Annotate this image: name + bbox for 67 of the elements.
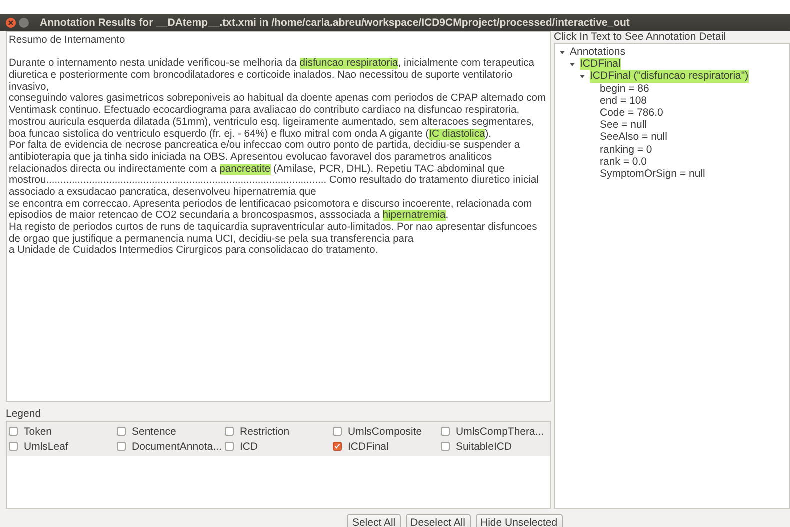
checkbox[interactable] (441, 427, 450, 436)
document-text: mostrou.................................................................................................. Como resultado do tratamento diuretico inicial (9, 175, 539, 186)
document-text: ). (485, 128, 492, 140)
checkbox[interactable] (9, 427, 18, 436)
expand-triangle-icon[interactable] (559, 48, 566, 56)
legend-label[interactable]: Token (24, 426, 52, 438)
action-button[interactable]: Hide Unselected (476, 514, 563, 527)
legend-label[interactable]: ICDFinal (348, 440, 389, 452)
checkbox[interactable] (225, 442, 234, 451)
annotation-highlight[interactable]: hipernatremia (382, 210, 446, 222)
checkbox[interactable] (117, 427, 126, 436)
legend-label[interactable]: DocumentAnnota... (132, 440, 222, 452)
legend-label[interactable]: UmlsCompThera... (456, 426, 544, 438)
legend-title: Legend (6, 407, 42, 421)
close-icon[interactable] (6, 18, 16, 28)
tree-node[interactable]: end = 108 (600, 94, 648, 108)
tree-node[interactable]: SymptomOrSign = null (600, 168, 706, 180)
tree-node[interactable]: ranking = 0 (600, 144, 652, 156)
action-button[interactable]: Deselect All (406, 514, 470, 527)
document-text: antibioterapia que ja tinha sido iniciada na OBS. Apresentou evolucao favoravel dos parametros analiticos (9, 152, 492, 163)
document-text: Ventimask continuo. Efectuado ecocardiograma para avaliacao do contributo cardiaco na disfuncao respiratoria, (9, 105, 520, 116)
tree-node[interactable]: begin = 86 (600, 82, 650, 95)
document-heading: Resumo de Internamento (9, 35, 126, 46)
document-text-area[interactable] (6, 31, 551, 402)
checkbox[interactable] (117, 442, 126, 451)
document-text: associado a exsudacao pancratica, desenvolveu hipernatremia que (9, 186, 316, 198)
legend-label[interactable]: Restriction (240, 426, 290, 438)
window-title: Annotation Results for __DAtemp__.txt.xmi in /home/carla.abreu/workspace/ICD9CMproject/processed/interactive_out (40, 16, 630, 28)
tree-node[interactable]: Code = 786.0 (600, 107, 664, 120)
legend-label[interactable]: SuitableICD (456, 440, 512, 452)
document-text: boa funcao sistolica do ventriculo esquerdo (fr. ej. - 64%) e fluxo mitral com onda A gigante ( (9, 128, 430, 140)
document-text: conseguindo valores gasimetricos sobreponiveis ao habitual da doente apenas com periodos de CPAP alternado com (9, 93, 546, 104)
document-text: de orgao que justifique a permanencia numa UCI, decidiu-se pela sua transferencia para (9, 234, 414, 245)
checkbox[interactable] (333, 442, 342, 451)
tree-node[interactable]: SeeAlso = null (600, 131, 668, 144)
legend-label[interactable]: UmlsComposite (348, 426, 422, 438)
document-text: Durante o internamento nesta unidade verificou-se melhoria da (9, 58, 298, 70)
document-text: mostrou auricula esquerda dilatada (51mm), ventriculo esq. ligeiramente aumentado, sem alteracoes segmentares, (9, 116, 534, 128)
checkbox[interactable] (9, 442, 18, 451)
document-text: , inicialmente com terapeutica (398, 58, 534, 70)
document-text: Por falta de evidencia de necrose pancreatica e/ou infeccao com outro ponto de partida, decidiu-se suspender a (9, 140, 520, 152)
expand-triangle-icon[interactable] (569, 60, 576, 68)
document-text: diuretica e posteriormente com broncodilatadores e corticoide inalados. Nao necessitou de suporte ventilatorio (9, 70, 513, 82)
tree-node[interactable]: ICDFinal ("disfuncao respiratoria") (590, 70, 749, 83)
document-text: episodios de maior retencao de CO2 secundaria a broncospasmos, asssociada a (9, 210, 381, 222)
checkbox[interactable] (225, 427, 234, 436)
document-text: Ha registo de periodos curtos de runs de taquicardia supraventricular auto-limitados. Por nao apresentar disfuncoes (9, 222, 538, 234)
document-text: (Amilase, PCR, DHL). Repetiu TAC abdominal que (272, 164, 505, 175)
document-text: se encontra em correccao. Apresenta periodos de lentificacao psicomotora e discurso incoerente, relacionada com (9, 198, 532, 210)
tree-node[interactable]: Annotations (570, 46, 626, 58)
document-text: relacionados directa ou indirectamente com a (9, 164, 218, 175)
minimize-icon[interactable] (19, 18, 29, 28)
tree-node[interactable]: rank = 0.0 (600, 156, 647, 168)
action-button[interactable]: Select All (347, 514, 401, 527)
legend-label[interactable]: UmlsLeaf (24, 440, 68, 452)
tree-node[interactable]: See = null (600, 119, 647, 132)
legend-label[interactable]: ICD (240, 440, 258, 452)
document-text: invasivo, (9, 82, 50, 93)
legend-label[interactable]: Sentence (132, 426, 176, 438)
checkbox[interactable] (441, 442, 450, 451)
document-text: . (446, 210, 449, 222)
panel-title: Click In Text to See Annotation Detail (554, 31, 727, 43)
document-text: a Unidade de Cuidados Intermedios Cirurgicos para consolidacao do tratamento. (9, 245, 378, 256)
tree-node[interactable]: ICDFinal (580, 58, 621, 70)
expand-triangle-icon[interactable] (579, 73, 586, 80)
checkbox[interactable] (333, 427, 342, 436)
annotation-highlight[interactable]: pancreatite (220, 164, 271, 175)
